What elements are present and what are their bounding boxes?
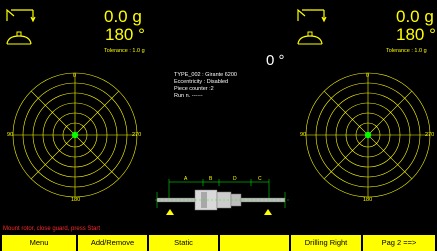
right-polar-label-right: 270 (425, 132, 435, 138)
right-polar-label-top: 0 (366, 73, 370, 79)
info-type: TYPE_002 : Girante 6200 (174, 72, 237, 78)
right-support-icon (264, 209, 272, 215)
left-polar-label-right: 270 (132, 132, 142, 138)
info-eccentricity: Eccentricity : Disabled (174, 79, 229, 85)
rotor-diagram: A B D C (153, 170, 293, 225)
left-polar-label-top: 0 (73, 73, 77, 79)
left-weight-value: 0.0 g (104, 7, 142, 26)
center-angle-value: 0 ° (266, 52, 285, 69)
left-target-dot (71, 131, 79, 139)
dim-label-b: B (209, 176, 213, 182)
right-angle-value: 180 ° (396, 25, 436, 44)
status-message: Mount rotor, close guard, press Start (3, 226, 101, 232)
bowl-tool-icon (296, 30, 324, 46)
balancing-plane-icon (5, 7, 39, 23)
left-angle-value: 180 ° (105, 25, 145, 44)
left-polar-label-bottom: 180 (71, 197, 81, 203)
left-support-icon (166, 209, 174, 215)
info-run-number: Run n. ------ (174, 93, 203, 99)
right-polar-plot (301, 68, 435, 207)
info-piece-counter: Piece counter :2 (174, 86, 214, 92)
left-polar-label-left: 90 (7, 132, 14, 138)
left-tolerance-label: Tolerance : 1.0 g (104, 48, 145, 54)
dim-label-d: D (233, 176, 237, 182)
right-tolerance-label: Tolerance : 1.0 g (386, 48, 427, 54)
piece-info: TYPE_002 : Girante 6200 Eccentricity : D… (174, 72, 237, 100)
dim-label-c: C (258, 176, 262, 182)
function-button-bar: Menu Add/Remove Static Drilling Right Pa… (0, 234, 437, 251)
drilling-right-button[interactable]: Drilling Right (291, 235, 361, 251)
dim-label-a: A (184, 176, 188, 182)
right-polar-label-bottom: 180 (363, 197, 373, 203)
menu-button[interactable]: Menu (2, 235, 76, 251)
balancing-plane-icon (296, 7, 330, 23)
right-weight-value: 0.0 g (396, 7, 434, 26)
right-target-dot (364, 131, 372, 139)
page-2-button[interactable]: Pag 2 ==> (363, 235, 435, 251)
blank-function-button[interactable] (220, 235, 289, 251)
bowl-tool-icon (5, 30, 33, 46)
left-polar-plot (8, 68, 142, 207)
add-remove-button[interactable]: Add/Remove (78, 235, 147, 251)
right-polar-label-left: 90 (300, 132, 307, 138)
static-button[interactable]: Static (149, 235, 218, 251)
